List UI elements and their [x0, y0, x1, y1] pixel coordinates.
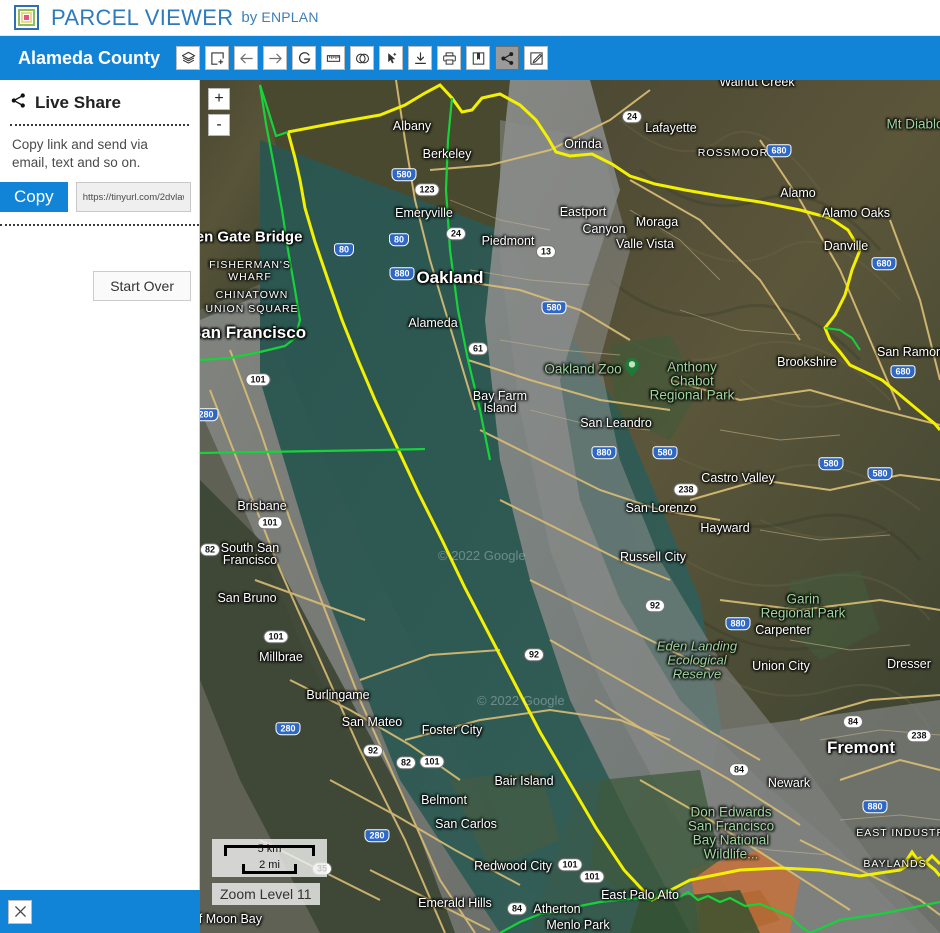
- start-over-button[interactable]: Start Over: [93, 271, 191, 302]
- app-title: PARCEL VIEWER: [51, 4, 234, 30]
- cursor-select-icon[interactable]: [379, 46, 404, 70]
- brand-byline: by ENPLAN: [241, 9, 318, 26]
- live-share-panel: Live Share Copy link and send via email,…: [0, 80, 200, 933]
- county-title: Alameda County: [18, 47, 161, 68]
- bookmark-icon[interactable]: [466, 46, 491, 70]
- layers-icon[interactable]: [176, 46, 201, 70]
- arrow-right-icon[interactable]: [263, 46, 288, 70]
- share-icon: [10, 92, 27, 114]
- zoom-out-button[interactable]: -: [208, 114, 230, 136]
- venn-circles-icon[interactable]: [350, 46, 375, 70]
- zoom-controls: + -: [208, 88, 230, 136]
- brand-by-word: by: [241, 9, 258, 26]
- edit-pencil-icon[interactable]: [524, 46, 549, 70]
- scale-km-label: 5 km: [257, 843, 282, 855]
- add-box-icon[interactable]: [205, 46, 230, 70]
- ruler-icon[interactable]: [321, 46, 346, 70]
- start-over-row: Start Over: [0, 226, 199, 302]
- brand-header: PARCEL VIEWER by ENPLAN: [0, 0, 940, 36]
- share-url-input[interactable]: [75, 182, 191, 213]
- download-icon[interactable]: [408, 46, 433, 70]
- scale-mi-label: 2 mi: [259, 859, 280, 871]
- brand-company: ENPLAN: [261, 9, 319, 25]
- copy-link-row: Copy: [0, 182, 199, 213]
- zoo-marker-icon: [625, 358, 639, 376]
- zoom-in-button[interactable]: +: [208, 88, 230, 110]
- scale-widget: 5 km 2 mi Zoom Level 11: [212, 839, 327, 905]
- share-icon[interactable]: [495, 46, 520, 70]
- copy-button[interactable]: Copy: [0, 182, 68, 213]
- scale-bar: 5 km 2 mi: [212, 839, 327, 877]
- nested-square-logo-icon: [14, 5, 39, 30]
- close-x-icon[interactable]: [8, 899, 32, 924]
- panel-bottom-bar: [0, 890, 200, 933]
- arrow-left-icon[interactable]: [234, 46, 259, 70]
- panel-description: Copy link and send via email, text and s…: [12, 137, 148, 171]
- panel-title: Live Share: [35, 93, 121, 112]
- printer-icon[interactable]: [437, 46, 462, 70]
- parcel-viewer-app: PARCEL VIEWER by ENPLAN Alameda County L…: [0, 0, 940, 933]
- google-icon[interactable]: [292, 46, 317, 70]
- map-viewport[interactable]: © 2022 Google © 2022 Google + - 5 km 2 m…: [200, 80, 940, 933]
- main-toolbar: Alameda County: [0, 36, 940, 80]
- panel-header: Live Share: [0, 80, 199, 120]
- zoom-level-indicator: Zoom Level 11: [212, 883, 320, 905]
- map-imagery: [200, 80, 940, 933]
- toolbar-icon-group: [176, 46, 549, 70]
